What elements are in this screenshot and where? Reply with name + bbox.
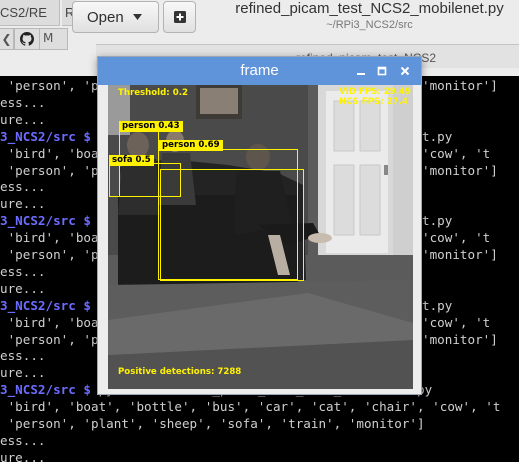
terminal-text: ess... [0, 263, 46, 279]
open-button[interactable]: Open [72, 1, 159, 33]
terminal-text: ure... [0, 196, 46, 212]
terminal-line-tail: t.py [422, 297, 453, 313]
terminal-text: 'person', 'p [0, 331, 99, 347]
terminal-line-tail: 'monitor'] [422, 247, 498, 262]
terminal-line-tail: 'cow', 't [422, 314, 491, 330]
terminal-text: ess... [0, 94, 46, 110]
editor-title: refined_picam_test_NCS2_mobilenet.py [235, 0, 504, 17]
terminal-line: 'bird', 'boa [0, 315, 99, 331]
terminal-line: 3_NCS2/src $ [0, 213, 91, 229]
m-button[interactable]: M [40, 28, 68, 50]
terminal-prompt: 3_NCS2/src $ [0, 128, 91, 144]
terminal-line: 3_NCS2/src $ [0, 129, 91, 145]
terminal-line: ess... [0, 179, 46, 195]
terminal-line-tail: 'cow', 't [422, 145, 491, 161]
editor-tab-1[interactable]: CS2/RE [0, 0, 60, 26]
detection-box [160, 169, 304, 281]
terminal-line: ure... [0, 365, 46, 381]
terminal-line: 'person', 'p [0, 163, 99, 179]
camera-frame: Threshold: 0.2 VID FPS: 29.49 NCS FPS: 2… [108, 85, 413, 389]
close-button[interactable] [397, 63, 413, 79]
maximize-icon [377, 66, 387, 76]
terminal-text: ure... [0, 365, 46, 381]
terminal-text: ess... [0, 179, 46, 195]
terminal-line: 'person', 'p [0, 332, 99, 348]
terminal-text: ess... [0, 348, 46, 364]
terminal-line-tail: 'monitor'] [422, 331, 498, 347]
terminal-text: ure... [0, 280, 46, 296]
nav-back-button[interactable]: ❮ [0, 28, 14, 50]
github-icon [20, 32, 34, 46]
terminal-line: ure... [0, 450, 46, 462]
chevron-left-icon: ❮ [1, 32, 12, 46]
detection-label: person 0.69 [159, 140, 223, 151]
terminal-line: 'bird', 'boa [0, 230, 99, 246]
terminal-line: 3_NCS2/src $ [0, 298, 91, 314]
terminal-line: 'bird', 'boat', 'bottle', 'bus', 'car', … [0, 399, 501, 415]
vid-fps-readout: VID FPS: 29.49 [339, 87, 411, 97]
detection-label: sofa 0.5 [109, 155, 154, 166]
open-button-label: Open [87, 8, 124, 26]
editor-tab-1-label: CS2/RE [0, 5, 47, 20]
terminal-line: ess... [0, 433, 46, 449]
terminal-text: 'bird', 'boa [0, 314, 99, 330]
terminal-line: ess... [0, 264, 46, 280]
terminal-line-tail: 'cow', 't [422, 230, 491, 246]
terminal-prompt: 3_NCS2/src $ [0, 382, 91, 398]
terminal-line-tail: t.py [422, 213, 453, 229]
terminal-text: 'bird', 'boa [0, 230, 99, 246]
frame-title: frame [240, 62, 279, 79]
terminal-line-tail: 'monitor'] [422, 162, 498, 178]
terminal-prompt: 3_NCS2/src $ [0, 297, 91, 313]
minimize-button[interactable] [353, 63, 369, 79]
new-document-icon [173, 11, 186, 23]
caret-down-icon [133, 14, 142, 20]
terminal-line: 'person', 'plant', 'sheep', 'sofa', 'tra… [0, 416, 425, 432]
terminal-text: 'person', 'p [0, 247, 99, 262]
m-button-label: M [43, 31, 54, 45]
github-button[interactable] [14, 28, 40, 50]
frame-titlebar[interactable]: frame [98, 57, 421, 85]
close-icon [400, 66, 410, 76]
ncs-fps-readout: NCS FPS: 27.4 [339, 97, 408, 107]
terminal-text: ure... [0, 449, 46, 462]
terminal-line: ure... [0, 196, 46, 212]
new-document-button[interactable] [163, 1, 196, 33]
detection-label: person 0.43 [119, 121, 183, 132]
terminal-line: 'bird', 'boa [0, 146, 99, 162]
terminal-line: ess... [0, 348, 46, 364]
terminal-text: ess... [0, 432, 46, 448]
terminal-prompt: 3_NCS2/src $ [0, 213, 91, 229]
terminal-text: 'bird', 'boa [0, 145, 99, 161]
editor-subtitle: ~/RPi3_NCS2/src [326, 19, 413, 31]
terminal-line: 'person', 'p [0, 247, 99, 263]
terminal-line-tail: 'monitor'] [422, 78, 498, 93]
terminal-text: 'person', 'p [0, 162, 99, 178]
terminal-line: 'person', 'p [0, 78, 99, 94]
terminal-text: 'person', 'plant', 'sheep', 'sofa', 'tra… [0, 416, 425, 431]
terminal-text: ure... [0, 111, 46, 127]
terminal-line: ure... [0, 281, 46, 297]
minimize-icon [357, 73, 365, 75]
positive-detections-readout: Positive detections: 7288 [118, 367, 242, 377]
terminal-line-tail: t.py [422, 128, 453, 144]
maximize-button[interactable] [374, 63, 390, 79]
frame-window[interactable]: frame Threshold: 0.2 VID FPS: 29.49 NCS … [97, 56, 422, 395]
terminal-text: 'bird', 'boat', 'bottle', 'bus', 'car', … [0, 399, 501, 415]
terminal-line: ure... [0, 112, 46, 128]
threshold-readout: Threshold: 0.2 [118, 88, 188, 98]
terminal-line: ess... [0, 95, 46, 111]
terminal-text: 'person', 'p [0, 78, 99, 93]
